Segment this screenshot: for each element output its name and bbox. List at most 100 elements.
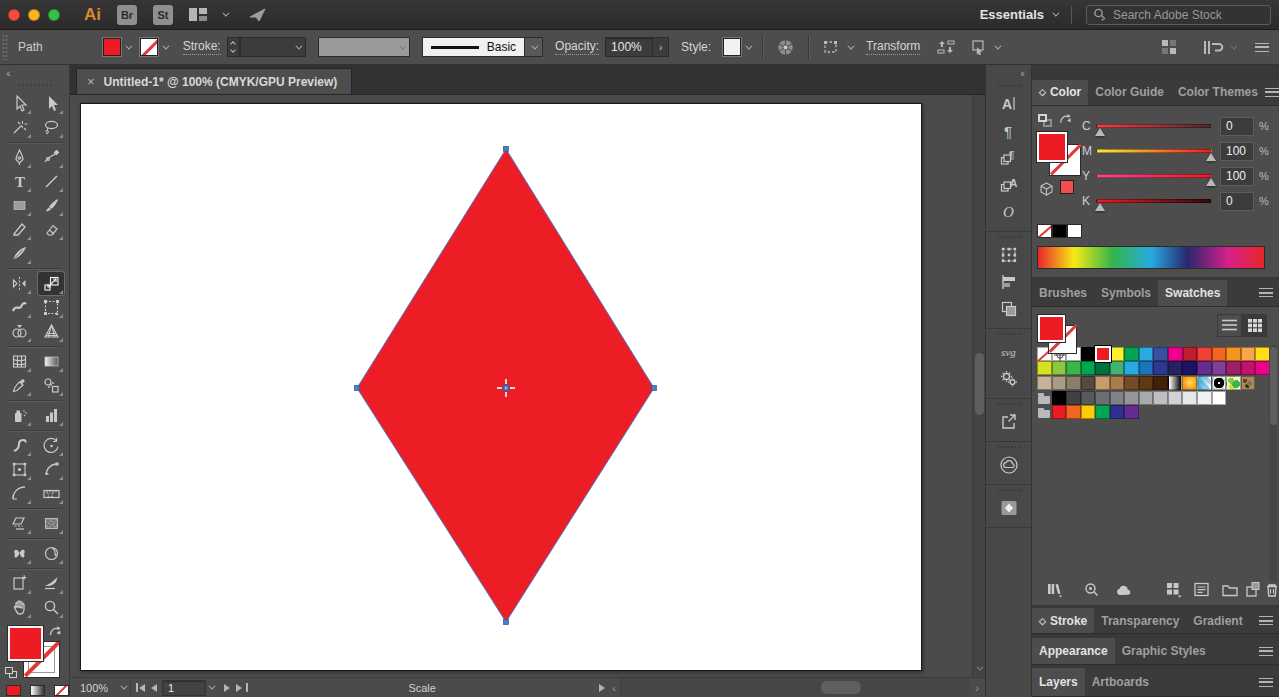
swatch-color[interactable] [1139,347,1154,361]
control-bar-grip[interactable] [2,34,8,60]
next-artboard-button[interactable] [221,682,233,694]
stroke-width-dropdown[interactable] [240,37,306,57]
arrange-documents-icon[interactable] [189,8,208,22]
black-swatch[interactable] [1052,224,1067,238]
status-display[interactable]: Scale [248,682,596,694]
selection-tool[interactable] [38,92,64,115]
swatch-color[interactable] [1197,361,1212,375]
close-window-button[interactable] [8,9,20,21]
none-swatch[interactable] [1037,224,1052,238]
stroke-color-chevron[interactable] [162,42,169,49]
swatch-pat-dot[interactable] [1212,376,1227,390]
swatch-pat-green[interactable] [1226,376,1241,390]
shaper-tool[interactable] [6,218,32,241]
first-artboard-button[interactable] [136,682,148,694]
style-swatch[interactable] [723,38,741,56]
swatch-color[interactable] [1095,405,1110,419]
swatch-color[interactable] [1066,361,1081,375]
shape-chevron[interactable] [847,42,854,49]
paintbrush-tool[interactable] [38,194,64,217]
swatch-group-folder[interactable] [1037,405,1052,419]
gamut-color-swatch[interactable] [1060,180,1074,194]
width-brush-tool[interactable] [6,434,32,457]
control-bar-menu-icon[interactable] [1255,43,1269,52]
swap-colors-icon[interactable] [1058,112,1073,126]
hand-tool[interactable] [6,596,32,619]
lasso-tool[interactable] [38,116,64,139]
share-icon[interactable] [249,7,267,23]
swatch-color[interactable] [1110,361,1125,375]
horizontal-scrollbar-thumb[interactable] [821,681,861,694]
out-of-gamut-cube-icon[interactable] [1039,182,1054,196]
swatch-color[interactable] [1182,361,1197,375]
panel-dock-icon[interactable] [1203,40,1235,55]
anchor-point[interactable] [355,386,360,391]
swatch-color[interactable] [1095,391,1110,405]
tab-color-themes[interactable]: Color Themes [1171,80,1265,105]
stroke-color-swatch[interactable] [140,38,158,56]
tab-stroke[interactable]: ◇Stroke [1032,608,1094,633]
swatch-color[interactable] [1081,361,1096,375]
swatch-color[interactable] [1037,361,1052,375]
swatch-grad-bw[interactable] [1168,376,1183,390]
gradient-mode-button[interactable] [30,685,45,696]
swatch-group-folder[interactable] [1037,391,1052,405]
default-fill-stroke-icon[interactable] [5,667,17,678]
ruler-tool[interactable]: 1 2 [38,482,64,505]
zoom-chevron[interactable] [120,683,127,690]
white-swatch[interactable] [1067,224,1082,238]
toolbar-grip[interactable] [16,83,54,87]
toolbar-collapse-icon[interactable]: ‹‹ [6,68,9,79]
tab-appearance[interactable]: Appearance [1032,638,1115,664]
fill-color-chevron[interactable] [125,42,132,49]
tab-color[interactable]: ◇Color [1032,80,1088,105]
actions-panel-button[interactable] [995,366,1023,392]
slider-value-field[interactable]: 0 [1220,117,1254,136]
artboard-chevron[interactable] [208,683,215,690]
swap-fill-stroke-icon[interactable] [48,625,62,638]
vertical-scrollbar-thumb[interactable] [975,353,984,415]
direct-selection-tool[interactable] [6,92,32,115]
minimize-window-button[interactable] [28,9,40,21]
swatch-pat-texture[interactable] [1241,376,1256,390]
brush-definition-dropdown[interactable]: Basic [422,37,543,57]
swatches-scrollbar[interactable] [1269,345,1277,582]
opacity-expand-button[interactable]: › [653,37,669,57]
align-panel-button[interactable] [995,269,1023,295]
paragraph-styles-panel-button[interactable]: ¶ [995,145,1023,171]
bounding-box-tool[interactable] [6,458,32,481]
swatch-color[interactable] [1052,361,1067,375]
swatch-color[interactable] [1226,347,1241,361]
swatch-color[interactable] [1081,376,1096,390]
dock-grip[interactable] [996,332,1022,336]
arc-tool[interactable] [6,482,32,505]
rotate-tool[interactable] [38,434,64,457]
close-document-icon[interactable]: × [87,74,95,89]
blend-tool[interactable] [38,374,64,397]
appearance-panel-menu-icon[interactable] [1259,647,1273,656]
fill-stroke-mini-icon[interactable] [1038,114,1052,127]
delete-swatch-button[interactable] [1262,579,1279,601]
stock-button[interactable]: St [153,5,173,25]
cloud-sync-button[interactable] [1114,579,1134,601]
new-swatch-button[interactable] [1243,579,1263,601]
slider-value-field[interactable]: 100 [1220,167,1254,186]
swatch-color[interactable] [1139,376,1154,390]
shear-tool[interactable] [6,512,32,535]
isolate-chevron[interactable] [995,42,1002,49]
scale-tool[interactable] [38,272,64,295]
tab-swatches[interactable]: Swatches [1158,280,1227,306]
scroll-left-arrow[interactable]: ‹ [612,682,616,694]
swatches-scrollbar-thumb[interactable] [1270,347,1277,425]
swatch-color[interactable] [1124,391,1139,405]
slider-value-field[interactable]: 100 [1220,142,1254,161]
slider-track[interactable] [1096,149,1212,153]
swatch-color[interactable] [1153,376,1168,390]
horizontal-scrollbar[interactable] [620,678,969,697]
dock-expand-icon[interactable]: ‹‹ [1020,68,1023,79]
variable-width-dropdown[interactable] [318,37,410,57]
swatch-color[interactable] [1197,391,1212,405]
recolor-artwork-icon[interactable] [777,39,794,56]
swatch-color[interactable] [1095,376,1110,390]
workspace-grid-icon[interactable] [1162,40,1177,55]
